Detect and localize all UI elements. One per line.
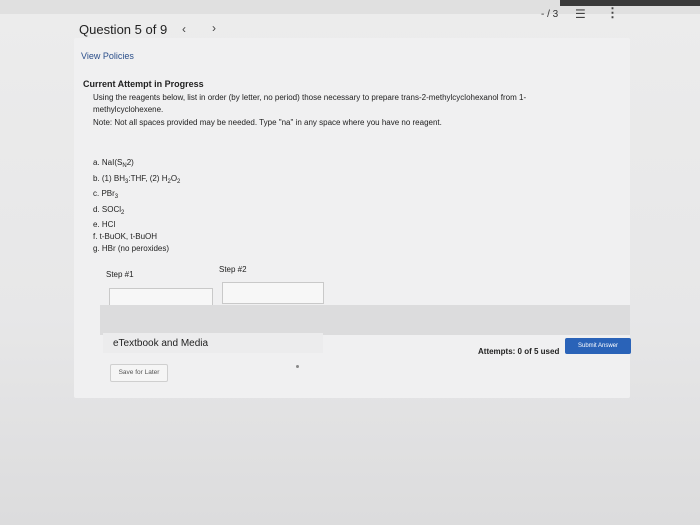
- reagent-e: e. HCl: [93, 220, 116, 230]
- reagent-b: b. (1) BH3:THF, (2) H2O2: [93, 173, 181, 185]
- question-number: Question 5 of 9: [79, 22, 168, 37]
- step-2-input[interactable]: [222, 282, 324, 304]
- reagent-a: a. NaI(SN2): [93, 158, 134, 169]
- reagent-g: g. HBr (no peroxides): [93, 243, 170, 253]
- reagent-d: d. SOCl2: [93, 204, 125, 216]
- attempt-title: Current Attempt in Progress: [83, 79, 204, 89]
- chevron-right-icon[interactable]: ›: [212, 21, 216, 35]
- view-policies-link[interactable]: View Policies: [81, 51, 134, 61]
- chevron-left-icon[interactable]: ‹: [182, 22, 186, 36]
- question-note: Note: Not all spaces provided may be nee…: [93, 118, 442, 127]
- question-instructions: Using the reagents below, list in order …: [93, 92, 573, 116]
- instruction-line-2: methylcyclohexene.: [93, 105, 164, 114]
- instruction-line-1: Using the reagents below, list in order …: [93, 93, 527, 102]
- more-options-icon[interactable]: ⋮: [606, 5, 619, 21]
- reagent-c: c. PBr3: [93, 189, 119, 201]
- etextbook-bar: [100, 305, 630, 335]
- step-2-label: Step #2: [219, 265, 247, 274]
- step-1-label: Step #1: [106, 270, 134, 279]
- score-display: - / 3: [541, 9, 559, 20]
- reagent-f: f. t-BuOK, t-BuOH: [93, 231, 158, 241]
- reagent-list: a. NaI(SN2) b. (1) BH3:THF, (2) H2O2 c. …: [93, 157, 180, 254]
- mouse-cursor: [296, 365, 299, 368]
- list-icon[interactable]: ☰: [575, 7, 586, 21]
- submit-answer-button[interactable]: Submit Answer: [565, 338, 631, 354]
- attempts-counter: Attempts: 0 of 5 used: [478, 347, 560, 356]
- etextbook-label[interactable]: eTextbook and Media: [113, 338, 208, 349]
- save-for-later-button[interactable]: Save for Later: [110, 364, 168, 382]
- top-edge: [560, 0, 700, 6]
